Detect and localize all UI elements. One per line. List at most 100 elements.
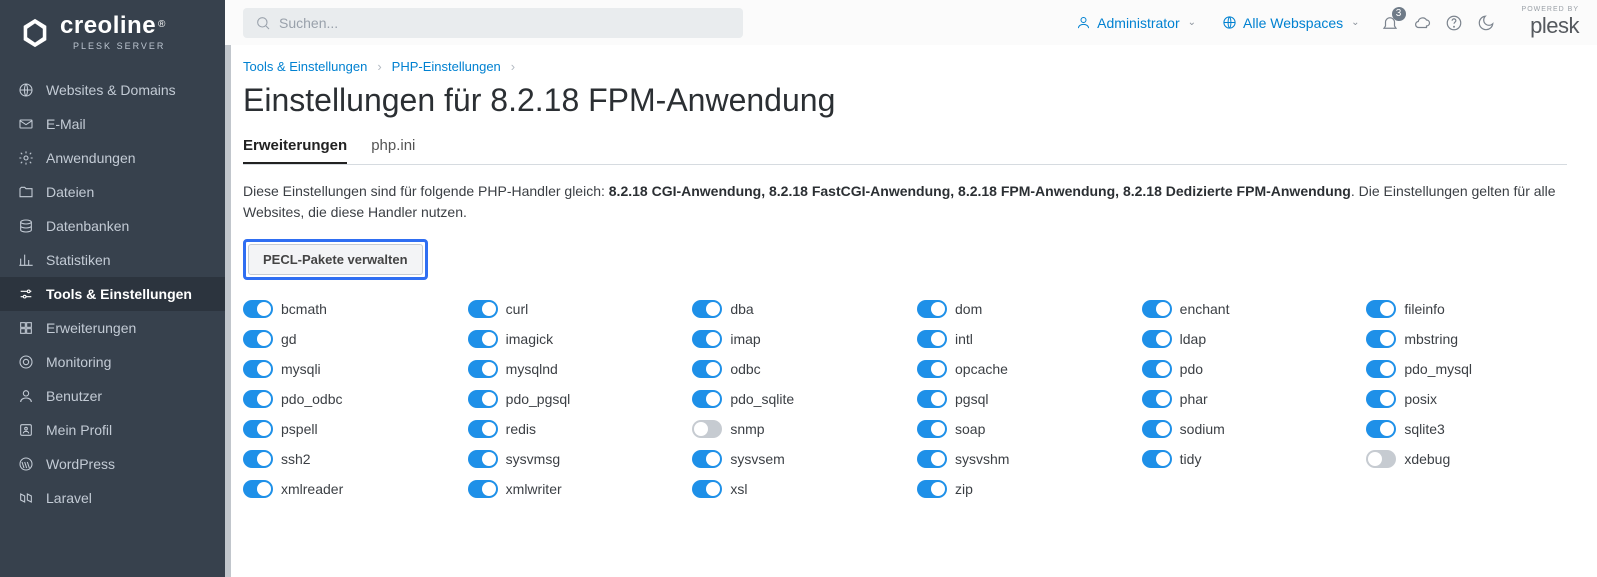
sidebar-item-datenbanken[interactable]: Datenbanken <box>0 209 225 243</box>
extension-label: pdo_pgsql <box>506 391 571 407</box>
toggle-pspell[interactable] <box>243 420 273 438</box>
toggle-sysvshm[interactable] <box>917 450 947 468</box>
tab-extensions[interactable]: Erweiterungen <box>243 137 347 164</box>
toggle-pdo_pgsql[interactable] <box>468 390 498 408</box>
powered-by: POWERED BY <box>1522 6 1579 13</box>
sidebar-item-label: Benutzer <box>46 388 102 404</box>
toggle-ssh2[interactable] <box>243 450 273 468</box>
toggle-pdo_odbc[interactable] <box>243 390 273 408</box>
webspaces-menu[interactable]: Alle Webspaces ⌄ <box>1216 15 1366 31</box>
sidebar-item-tools-einstellungen[interactable]: Tools & Einstellungen <box>0 277 225 311</box>
sidebar-item-label: E-Mail <box>46 116 86 132</box>
sidebar-item-label: WordPress <box>46 456 115 472</box>
sidebar-item-e-mail[interactable]: E-Mail <box>0 107 225 141</box>
toggle-xmlwriter[interactable] <box>468 480 498 498</box>
toggle-soap[interactable] <box>917 420 947 438</box>
extension-label: xsl <box>730 481 747 497</box>
toggle-tidy[interactable] <box>1142 450 1172 468</box>
extension-label: ldap <box>1180 331 1206 347</box>
toggle-imagick[interactable] <box>468 330 498 348</box>
toggle-gd[interactable] <box>243 330 273 348</box>
toggle-pgsql[interactable] <box>917 390 947 408</box>
monitor-icon <box>18 354 34 370</box>
user-icon <box>1076 15 1091 30</box>
toggle-odbc[interactable] <box>692 360 722 378</box>
extension-zip: zip <box>917 480 1118 498</box>
toggle-mysqli[interactable] <box>243 360 273 378</box>
toggle-bcmath[interactable] <box>243 300 273 318</box>
toggle-xsl[interactable] <box>692 480 722 498</box>
pecl-manage-button[interactable]: PECL-Pakete verwalten <box>248 244 423 275</box>
toggle-ldap[interactable] <box>1142 330 1172 348</box>
toggle-posix[interactable] <box>1366 390 1396 408</box>
theme-toggle[interactable] <box>1476 13 1496 33</box>
user-menu[interactable]: Administrator ⌄ <box>1070 15 1202 31</box>
toggle-mysqlnd[interactable] <box>468 360 498 378</box>
toggle-xdebug[interactable] <box>1366 450 1396 468</box>
sidebar-item-laravel[interactable]: Laravel <box>0 481 225 515</box>
extension-label: fileinfo <box>1404 301 1444 317</box>
brand[interactable]: creoline® PLESK SERVER <box>0 0 225 73</box>
toggle-enchant[interactable] <box>1142 300 1172 318</box>
toggle-pdo_sqlite[interactable] <box>692 390 722 408</box>
breadcrumb-link[interactable]: PHP-Einstellungen <box>392 59 501 74</box>
sidebar-item-statistiken[interactable]: Statistiken <box>0 243 225 277</box>
toggle-pdo_mysql[interactable] <box>1366 360 1396 378</box>
extension-label: dom <box>955 301 982 317</box>
toggle-dba[interactable] <box>692 300 722 318</box>
extension-ssh2: ssh2 <box>243 450 444 468</box>
toggle-curl[interactable] <box>468 300 498 318</box>
cloud-button[interactable] <box>1412 13 1432 33</box>
toggle-opcache[interactable] <box>917 360 947 378</box>
toggle-sodium[interactable] <box>1142 420 1172 438</box>
toggle-intl[interactable] <box>917 330 947 348</box>
extension-label: zip <box>955 481 973 497</box>
extension-label: sodium <box>1180 421 1225 437</box>
extension-pspell: pspell <box>243 420 444 438</box>
sidebar-item-wordpress[interactable]: WordPress <box>0 447 225 481</box>
extension-curl: curl <box>468 300 669 318</box>
extension-label: pgsql <box>955 391 988 407</box>
tab-phpini[interactable]: php.ini <box>371 137 415 164</box>
sidebar-item-mein-profil[interactable]: Mein Profil <box>0 413 225 447</box>
sidebar-item-anwendungen[interactable]: Anwendungen <box>0 141 225 175</box>
toggle-snmp[interactable] <box>692 420 722 438</box>
extension-label: intl <box>955 331 973 347</box>
toggle-mbstring[interactable] <box>1366 330 1396 348</box>
search-box[interactable] <box>243 8 743 38</box>
extension-label: ssh2 <box>281 451 311 467</box>
sidebar-item-label: Dateien <box>46 184 94 200</box>
search-input[interactable] <box>279 15 731 31</box>
stats-icon <box>18 252 34 268</box>
sidebar-item-benutzer[interactable]: Benutzer <box>0 379 225 413</box>
extensions-grid: bcmathcurldbadomenchantfileinfogdimagick… <box>243 300 1567 498</box>
extension-label: opcache <box>955 361 1008 377</box>
toggle-imap[interactable] <box>692 330 722 348</box>
sidebar-item-erweiterungen[interactable]: Erweiterungen <box>0 311 225 345</box>
notifications-button[interactable]: 3 <box>1380 13 1400 33</box>
toggle-redis[interactable] <box>468 420 498 438</box>
sidebar-item-monitoring[interactable]: Monitoring <box>0 345 225 379</box>
toggle-sqlite3[interactable] <box>1366 420 1396 438</box>
extension-pgsql: pgsql <box>917 390 1118 408</box>
toggle-sysvmsg[interactable] <box>468 450 498 468</box>
toggle-dom[interactable] <box>917 300 947 318</box>
help-button[interactable] <box>1444 13 1464 33</box>
scrollbar[interactable] <box>225 45 231 577</box>
toggle-sysvsem[interactable] <box>692 450 722 468</box>
toggle-fileinfo[interactable] <box>1366 300 1396 318</box>
extension-opcache: opcache <box>917 360 1118 378</box>
toggle-pdo[interactable] <box>1142 360 1172 378</box>
breadcrumb-link[interactable]: Tools & Einstellungen <box>243 59 367 74</box>
toggle-xmlreader[interactable] <box>243 480 273 498</box>
plesk-logo[interactable]: POWERED BY plesk <box>1522 6 1579 39</box>
sidebar-item-websites-domains[interactable]: Websites & Domains <box>0 73 225 107</box>
extension-bcmath: bcmath <box>243 300 444 318</box>
brand-logo-icon <box>18 16 52 50</box>
brand-reg: ® <box>158 19 165 30</box>
sidebar-item-dateien[interactable]: Dateien <box>0 175 225 209</box>
toggle-phar[interactable] <box>1142 390 1172 408</box>
extension-xsl: xsl <box>692 480 893 498</box>
toggle-zip[interactable] <box>917 480 947 498</box>
extension-label: xmlwriter <box>506 481 562 497</box>
